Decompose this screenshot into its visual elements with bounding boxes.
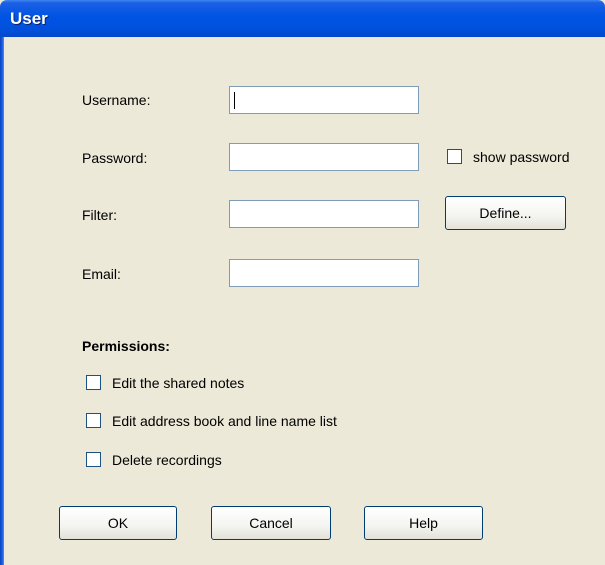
permission-checkbox-address-book[interactable] xyxy=(86,413,101,428)
username-label: Username: xyxy=(82,92,151,108)
permissions-heading: Permissions: xyxy=(82,338,170,354)
email-input[interactable] xyxy=(229,259,419,287)
window-frame-left xyxy=(0,37,4,565)
permission-label-shared-notes[interactable]: Edit the shared notes xyxy=(112,375,244,391)
user-dialog: User Username: Password: show password F… xyxy=(0,0,605,565)
password-label: Password: xyxy=(82,150,148,166)
permission-checkbox-delete-recordings[interactable] xyxy=(86,452,101,467)
show-password-label[interactable]: show password xyxy=(473,149,570,165)
permission-label-address-book[interactable]: Edit address book and line name list xyxy=(112,413,337,429)
filter-input[interactable] xyxy=(229,200,419,228)
ok-button[interactable]: OK xyxy=(59,506,177,540)
show-password-checkbox[interactable] xyxy=(447,149,462,164)
username-input[interactable] xyxy=(229,86,419,114)
help-button[interactable]: Help xyxy=(364,506,483,540)
define-button[interactable]: Define... xyxy=(445,196,566,230)
window-title: User xyxy=(10,9,48,28)
email-label: Email: xyxy=(82,266,121,282)
password-input[interactable] xyxy=(229,143,419,171)
permission-label-delete-recordings[interactable]: Delete recordings xyxy=(112,452,222,468)
text-caret xyxy=(234,92,235,109)
title-bar[interactable]: User xyxy=(0,0,605,37)
permission-checkbox-shared-notes[interactable] xyxy=(86,375,101,390)
cancel-button[interactable]: Cancel xyxy=(211,506,331,540)
filter-label: Filter: xyxy=(82,207,117,223)
